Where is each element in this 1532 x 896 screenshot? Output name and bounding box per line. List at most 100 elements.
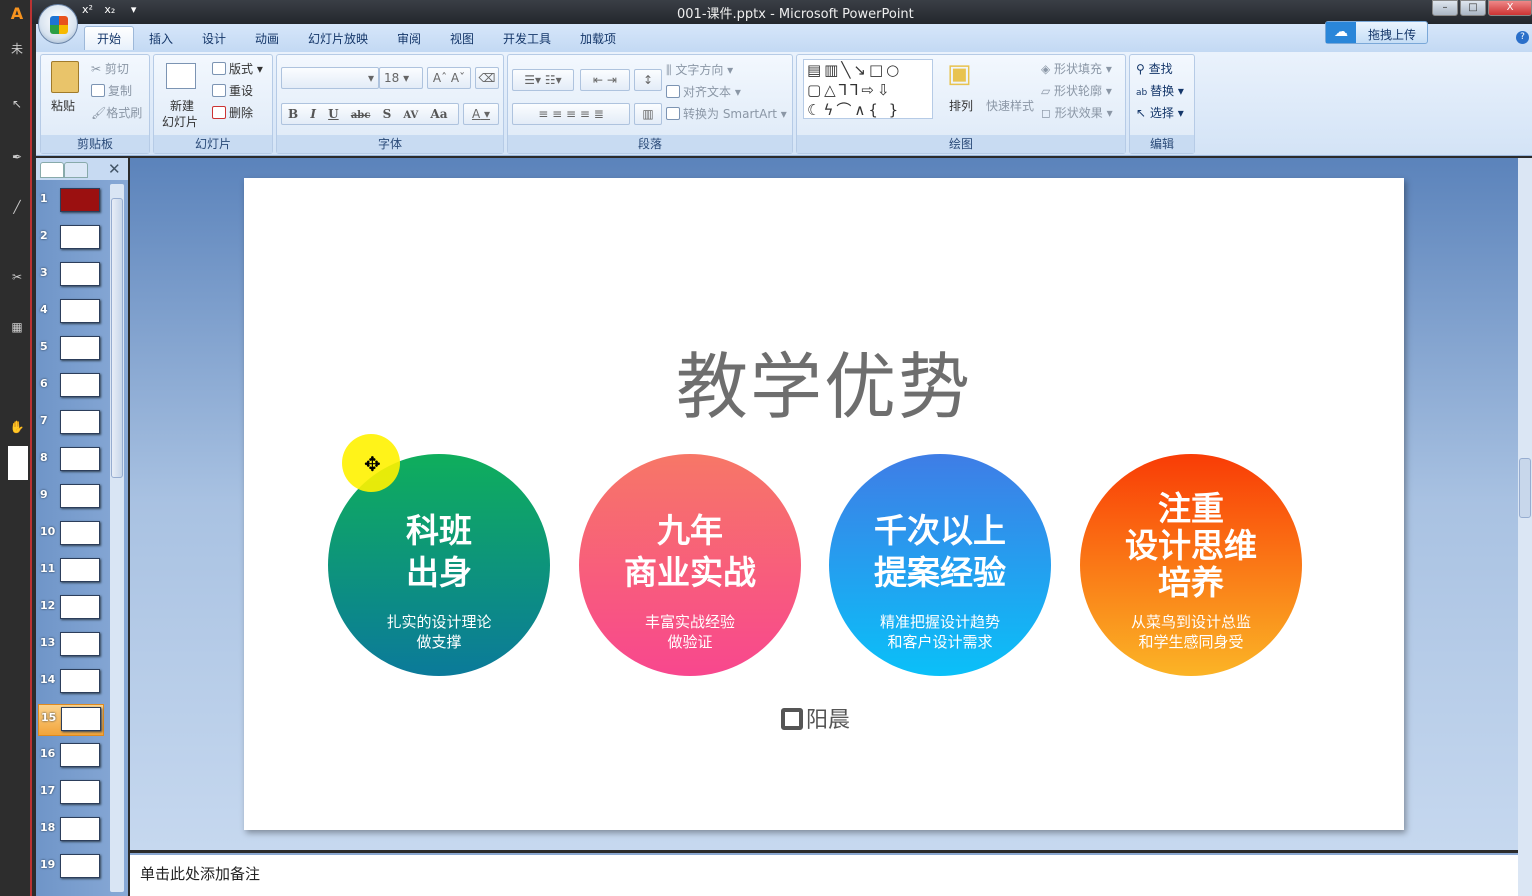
tab-slideshow[interactable]: 幻灯片放映 bbox=[308, 30, 368, 47]
close-button[interactable]: X bbox=[1488, 0, 1532, 16]
slide-thumbnail[interactable]: 2 bbox=[38, 223, 104, 255]
clear-format-icon[interactable]: ⌫ bbox=[475, 67, 499, 89]
upload-button[interactable]: ☁ 拖拽上传 bbox=[1325, 21, 1428, 44]
circle-subtext: 精准把握设计趋势 和客户设计需求 bbox=[879, 613, 1000, 651]
tab-design[interactable]: 设计 bbox=[202, 30, 226, 47]
slide-thumbnail[interactable]: 10 bbox=[38, 519, 104, 551]
delete-button[interactable]: 删除 bbox=[212, 104, 253, 121]
minimize-button[interactable]: – bbox=[1432, 0, 1458, 16]
outline-tab-icon[interactable] bbox=[64, 162, 88, 178]
notes-pane[interactable]: 单击此处添加备注 bbox=[130, 853, 1518, 896]
slide-thumbnail[interactable]: 9 bbox=[38, 482, 104, 514]
font-name-select[interactable]: ▾ bbox=[281, 67, 379, 89]
copy-button[interactable]: 复制 bbox=[91, 82, 132, 99]
scrollbar-thumb[interactable] bbox=[111, 198, 123, 478]
new-slide-button[interactable]: 新建 bbox=[170, 97, 194, 114]
advantage-circle[interactable]: 千次以上 提案经验 精准把握设计趋势 和客户设计需求 bbox=[829, 454, 1051, 676]
smartart-button[interactable]: 转换为 SmartArt ▾ bbox=[666, 105, 787, 122]
slide-thumbnail[interactable]: 1 bbox=[38, 186, 104, 218]
image-tool-icon[interactable]: ▦ bbox=[9, 320, 25, 334]
bold-button[interactable]: B bbox=[288, 107, 298, 121]
new-slide-dropdown[interactable]: 幻灯片 bbox=[162, 113, 198, 130]
slide-thumbnail[interactable]: 15 bbox=[38, 704, 104, 736]
strikethrough-button[interactable]: abc bbox=[351, 110, 371, 121]
slide-thumbnail[interactable]: 14 bbox=[38, 667, 104, 699]
shape-fill-button[interactable]: ◈ 形状填充 ▾ bbox=[1041, 60, 1112, 77]
arrange-button[interactable]: 排列 bbox=[949, 97, 973, 114]
underline-button[interactable]: U bbox=[328, 107, 338, 121]
slide-thumbnail[interactable]: 19 bbox=[38, 852, 104, 884]
font-size-select[interactable]: 18 ▾ bbox=[379, 67, 423, 89]
italic-button[interactable]: I bbox=[310, 107, 316, 121]
text-direction-icon: ⫼ bbox=[666, 63, 676, 77]
shadow-button[interactable]: S bbox=[383, 107, 392, 121]
shapes-gallery[interactable]: ▤▥╲↘□○ ▢△⅂⅂⇨⇩ ☾ϟ⌒∧{ } bbox=[803, 59, 933, 119]
slide-thumbnail[interactable]: 13 bbox=[38, 630, 104, 662]
slide-thumbnail[interactable]: 5 bbox=[38, 334, 104, 366]
advantage-circle[interactable]: 九年 商业实战 丰富实战经验 做验证 bbox=[579, 454, 801, 676]
alignment-buttons[interactable]: ≡ ≡ ≡ ≡ ≣ bbox=[512, 103, 630, 125]
tab-addins[interactable]: 加载项 bbox=[580, 30, 616, 47]
font-grow-shrink[interactable]: Aˆ Aˇ bbox=[427, 67, 471, 89]
slide-thumbnail[interactable]: 3 bbox=[38, 260, 104, 292]
change-case-button[interactable]: Aa bbox=[430, 107, 447, 121]
format-painter-button[interactable]: 🖌格式刷 bbox=[91, 104, 142, 121]
align-text-button[interactable]: 对齐文本 ▾ bbox=[666, 83, 741, 100]
color-swatch[interactable] bbox=[8, 446, 28, 480]
columns-button[interactable]: ▥ bbox=[634, 103, 662, 125]
group-label: 段落 bbox=[508, 135, 792, 153]
tool-icon[interactable]: ✂ bbox=[9, 270, 25, 284]
subscript-button[interactable]: x₂ bbox=[104, 3, 115, 16]
maximize-button[interactable]: □ bbox=[1460, 0, 1486, 16]
tab-view[interactable]: 视图 bbox=[450, 30, 474, 47]
quick-styles-button[interactable]: 快速样式 bbox=[986, 97, 1034, 114]
panel-scrollbar[interactable] bbox=[110, 184, 124, 892]
tab-animation[interactable]: 动画 bbox=[255, 30, 279, 47]
help-icon[interactable]: ? bbox=[1516, 31, 1529, 44]
cut-button[interactable]: ✂ 剪切 bbox=[91, 60, 129, 77]
slide-thumbnail[interactable]: 6 bbox=[38, 371, 104, 403]
line-spacing-button[interactable]: ↕ bbox=[634, 69, 662, 91]
tab-insert[interactable]: 插入 bbox=[149, 30, 173, 47]
slide-thumbnail[interactable]: 17 bbox=[38, 778, 104, 810]
select-button[interactable]: ↖ 选择 ▾ bbox=[1136, 104, 1184, 121]
close-panel-icon[interactable]: ✕ bbox=[108, 160, 121, 178]
shape-effects-button[interactable]: ◻ 形状效果 ▾ bbox=[1041, 104, 1113, 121]
hand-tool-icon[interactable]: ✋ bbox=[9, 420, 25, 434]
tab-home[interactable]: 开始 bbox=[84, 26, 135, 50]
char-spacing-button[interactable]: AV bbox=[403, 110, 418, 121]
replace-button[interactable]: ab 替换 ▾ bbox=[1136, 82, 1184, 99]
slide-thumbnail[interactable]: 12 bbox=[38, 593, 104, 625]
pen-tool-icon[interactable]: ✒ bbox=[9, 150, 25, 164]
find-button[interactable]: ⚲ 查找 bbox=[1136, 60, 1173, 77]
text-direction-button[interactable]: ⫼ 文字方向 ▾ bbox=[666, 61, 733, 78]
office-button[interactable] bbox=[38, 4, 78, 44]
bullets-numbering-buttons[interactable]: ☰▾ ☷▾ bbox=[512, 69, 574, 91]
layout-button[interactable]: 版式 ▾ bbox=[212, 60, 263, 77]
slide-thumbnail[interactable]: 7 bbox=[38, 408, 104, 440]
slide-thumbnail[interactable]: 18 bbox=[38, 815, 104, 847]
shape-outline-button[interactable]: ▱ 形状轮廓 ▾ bbox=[1041, 82, 1112, 99]
slide-thumbnail[interactable]: 8 bbox=[38, 445, 104, 477]
font-color-button[interactable]: A ▾ bbox=[463, 103, 499, 125]
brush-tool-icon[interactable]: ╱ bbox=[9, 200, 25, 214]
scrollbar-thumb[interactable] bbox=[1519, 458, 1531, 518]
tool-icon[interactable]: 未 bbox=[9, 40, 25, 56]
slide-thumbnail[interactable]: 11 bbox=[38, 556, 104, 588]
slide-thumbnail[interactable]: 16 bbox=[38, 741, 104, 773]
slide-title[interactable]: 教学优势 bbox=[244, 328, 1404, 433]
slide-thumbnail[interactable]: 4 bbox=[38, 297, 104, 329]
superscript-button[interactable]: x² bbox=[82, 3, 93, 16]
tab-developer[interactable]: 开发工具 bbox=[503, 30, 551, 47]
select-tool-icon[interactable]: ↖ bbox=[9, 97, 25, 111]
slide-canvas[interactable]: 教学优势 科班 出身 扎实的设计理论 做支撑 九年 商业实战 丰富实战经验 做验证 千次以上 提案… bbox=[244, 178, 1404, 830]
slides-tab-icon[interactable] bbox=[40, 162, 64, 178]
indent-buttons[interactable]: ⇤ ⇥ bbox=[580, 69, 630, 91]
reset-button[interactable]: 重设 bbox=[212, 82, 253, 99]
vertical-scrollbar[interactable] bbox=[1518, 158, 1532, 896]
tab-review[interactable]: 审阅 bbox=[397, 30, 421, 47]
qat-dropdown-icon[interactable]: ▾ bbox=[131, 3, 137, 16]
smartart-icon bbox=[666, 107, 680, 120]
advantage-circle[interactable]: 注重 设计思维 培养 从菜鸟到设计总监 和学生感同身受 bbox=[1080, 454, 1302, 676]
paste-button[interactable]: 粘贴 bbox=[51, 97, 75, 114]
